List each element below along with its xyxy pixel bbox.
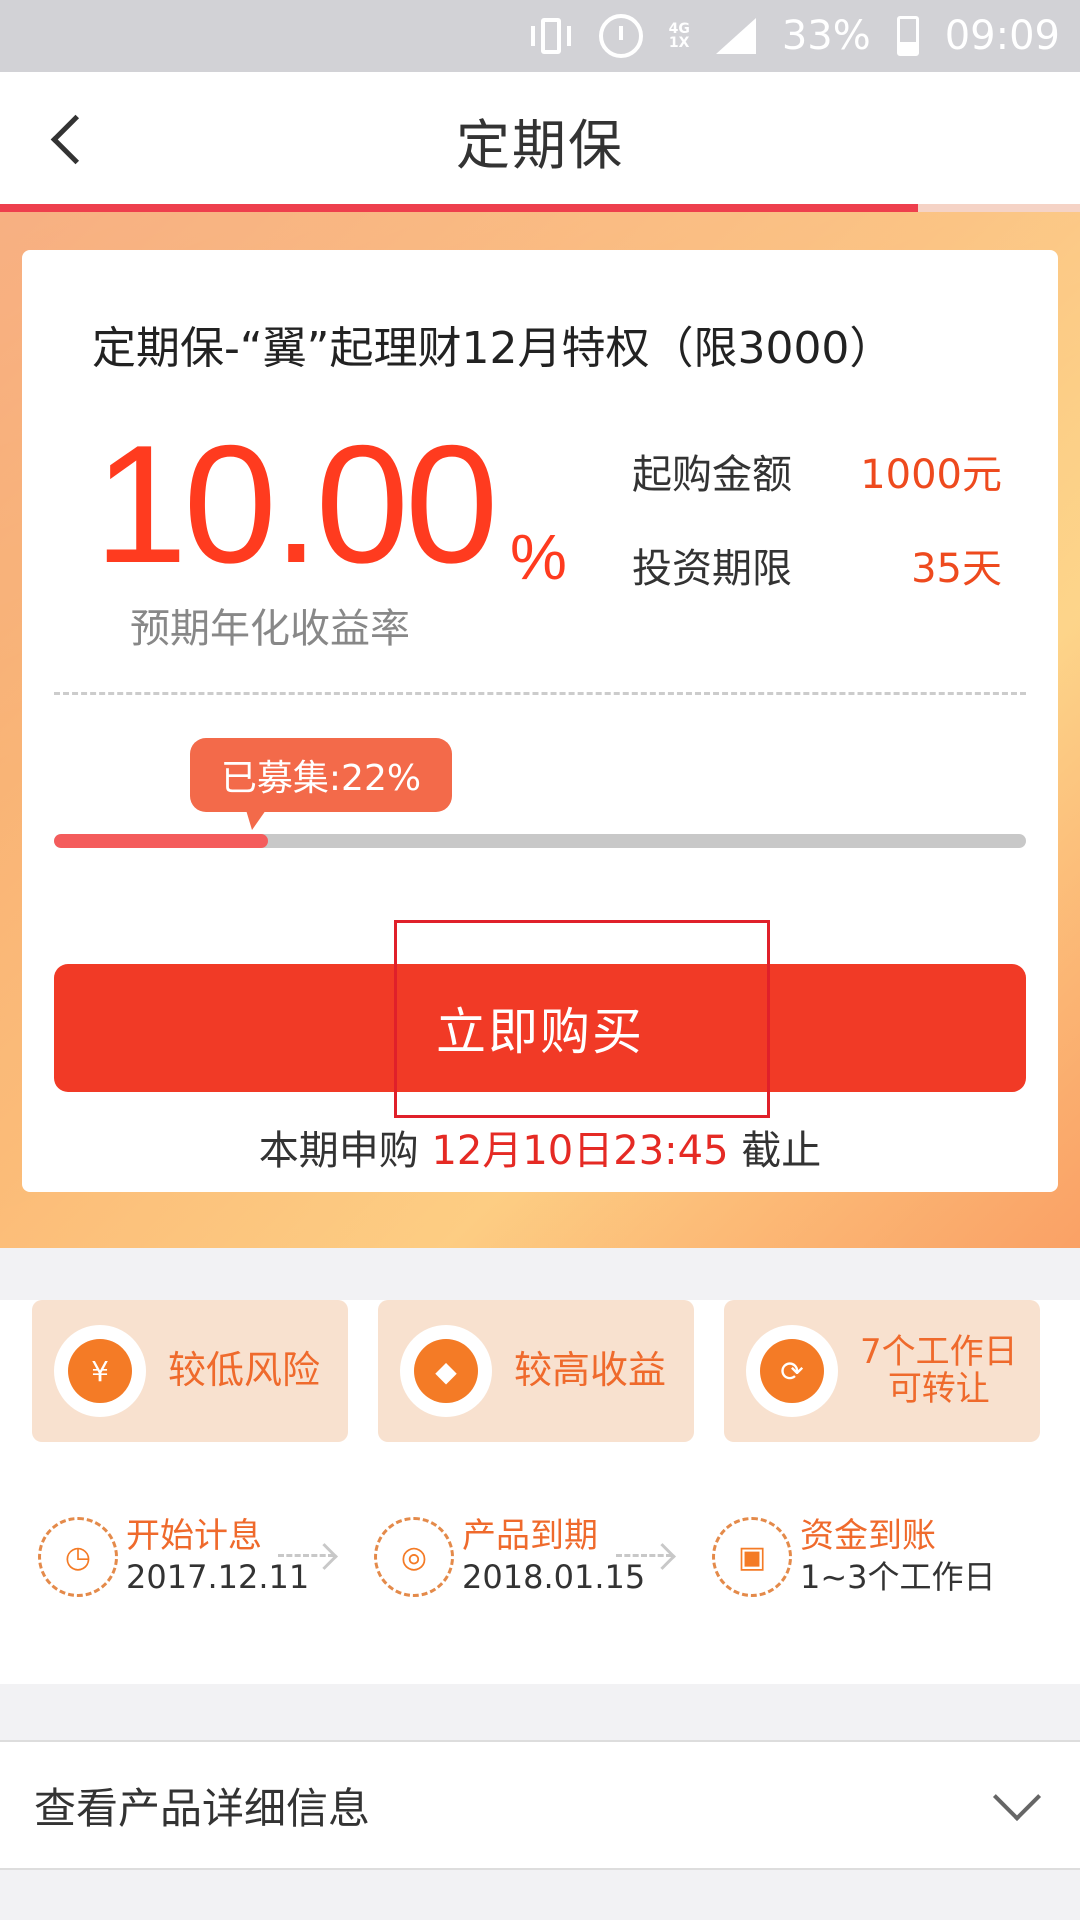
- min-amount-value: 1000元: [860, 452, 1002, 498]
- focus-highlight: [394, 920, 770, 1118]
- exchange-icon: ⟳: [760, 1339, 824, 1403]
- wallet-icon: ▣: [712, 1517, 792, 1598]
- page-title: 定期保: [456, 113, 624, 177]
- product-card: 定期保-“翼”起理财12月特权（限3000） 10.00 % 预期年化收益率 起…: [22, 250, 1058, 1192]
- term-value: 35天: [911, 546, 1002, 592]
- rate-unit: %: [510, 521, 567, 593]
- chevron-down-icon: [992, 1772, 1042, 1822]
- alarm-icon: [598, 14, 643, 58]
- timeline-value: 1~3个工作日: [800, 1557, 996, 1596]
- term-row: 投资期限 35天: [632, 536, 1002, 594]
- timeline-title: 产品到期: [462, 1516, 598, 1556]
- battery-icon: [896, 16, 919, 56]
- details-label: 查看产品详细信息: [34, 1783, 371, 1833]
- rate-value: 10.00: [94, 410, 498, 598]
- timeline-payout: ▣ 资金到账 1~3个工作日: [712, 1516, 996, 1598]
- timeline-value: 2018.01.15: [462, 1557, 646, 1596]
- feature-label: 较高收益: [514, 1348, 667, 1393]
- rate-label: 预期年化收益率: [130, 606, 410, 652]
- timeline-value: 2017.12.11: [126, 1557, 310, 1596]
- arrow-right-icon: [616, 1554, 672, 1557]
- timeline-title: 开始计息: [126, 1516, 262, 1556]
- timeline-start: ◷ 开始计息 2017.12.11: [38, 1516, 309, 1598]
- feature-label: 7个工作日 可转让: [860, 1331, 1018, 1409]
- divider: [54, 692, 1026, 695]
- chevron-left-icon[interactable]: [48, 118, 88, 158]
- deadline-time: 12月10日23:45: [431, 1128, 729, 1174]
- page-load-progress: [0, 204, 1080, 212]
- feature-low-risk: ¥ 较低风险: [32, 1300, 348, 1442]
- feature-transferable: ⟳ 7个工作日 可转让: [724, 1300, 1040, 1442]
- alarm-clock-icon: ◷: [38, 1517, 118, 1598]
- timeline-title: 资金到账: [800, 1516, 936, 1556]
- subscription-deadline: 本期申购 12月10日23:45 截止: [22, 1118, 1058, 1176]
- yen-coin-icon: ¥: [68, 1339, 132, 1403]
- coins-icon: ◎: [374, 1517, 454, 1598]
- raised-progress-bar: [54, 834, 1026, 848]
- vibrate-icon: [529, 14, 573, 58]
- timeline-maturity: ◎ 产品到期 2018.01.15: [374, 1516, 645, 1598]
- feature-high-return: ◆ 较高收益: [378, 1300, 694, 1442]
- min-amount-row: 起购金额 1000元: [632, 442, 1002, 500]
- product-hero: 定期保-“翼”起理财12月特权（限3000） 10.00 % 预期年化收益率 起…: [0, 212, 1080, 1248]
- status-bar: 4G 1X 33% 09:09: [0, 0, 1080, 72]
- raised-progress-fill: [54, 834, 268, 848]
- term-label: 投资期限: [632, 546, 792, 592]
- arrow-right-icon: [278, 1554, 334, 1557]
- nav-bar: 定期保: [0, 72, 1080, 208]
- battery-percent: 33%: [781, 13, 871, 59]
- page-load-progress-fill: [0, 204, 918, 212]
- signal-icon: [715, 18, 756, 54]
- product-details-row[interactable]: 查看产品详细信息: [0, 1740, 1080, 1870]
- deadline-suffix: 截止: [741, 1128, 822, 1174]
- raised-tooltip: 已募集:22%: [190, 738, 452, 830]
- diamond-icon: ◆: [414, 1339, 478, 1403]
- network-type: 4G 1X: [668, 21, 690, 51]
- product-title: 定期保-“翼”起理财12月特权（限3000）: [92, 323, 894, 374]
- features-section: ¥ 较低风险 ◆ 较高收益 ⟳ 7个工作日 可转让 ◷ 开始计息 2017.12…: [0, 1248, 1080, 1684]
- min-amount-label: 起购金额: [632, 452, 792, 498]
- deadline-prefix: 本期申购: [258, 1128, 419, 1174]
- feature-label: 较低风险: [168, 1348, 321, 1393]
- clock: 09:09: [944, 13, 1060, 59]
